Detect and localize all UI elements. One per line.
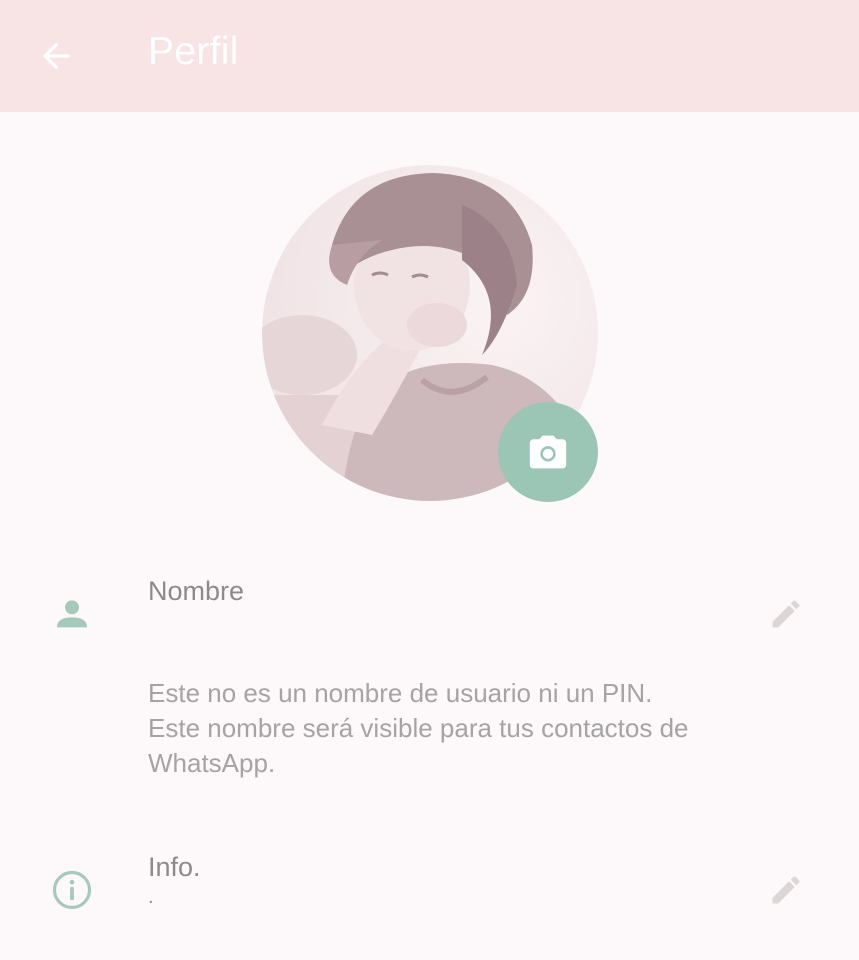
edit-name-button[interactable]	[766, 594, 806, 634]
camera-icon	[529, 435, 567, 469]
page-title: Perfil	[148, 30, 239, 73]
change-photo-button[interactable]	[498, 402, 598, 502]
pencil-icon	[772, 600, 800, 628]
info-icon	[50, 868, 94, 912]
name-help-text: Este no es un nombre de usuario ni un PI…	[148, 676, 808, 781]
person-icon	[50, 594, 94, 634]
pencil-icon	[772, 876, 800, 904]
help-line: WhatsApp.	[148, 748, 276, 778]
info-label: Info.	[148, 852, 201, 882]
arrow-left-icon	[42, 42, 70, 70]
app-bar: Perfil	[0, 0, 859, 112]
help-line: Este nombre será visible para tus contac…	[148, 713, 689, 743]
info-value: .	[148, 886, 154, 908]
back-button[interactable]	[34, 34, 78, 78]
help-line: Este no es un nombre de usuario ni un PI…	[148, 678, 653, 708]
edit-info-button[interactable]	[766, 870, 806, 910]
name-label: Nombre	[148, 576, 245, 606]
